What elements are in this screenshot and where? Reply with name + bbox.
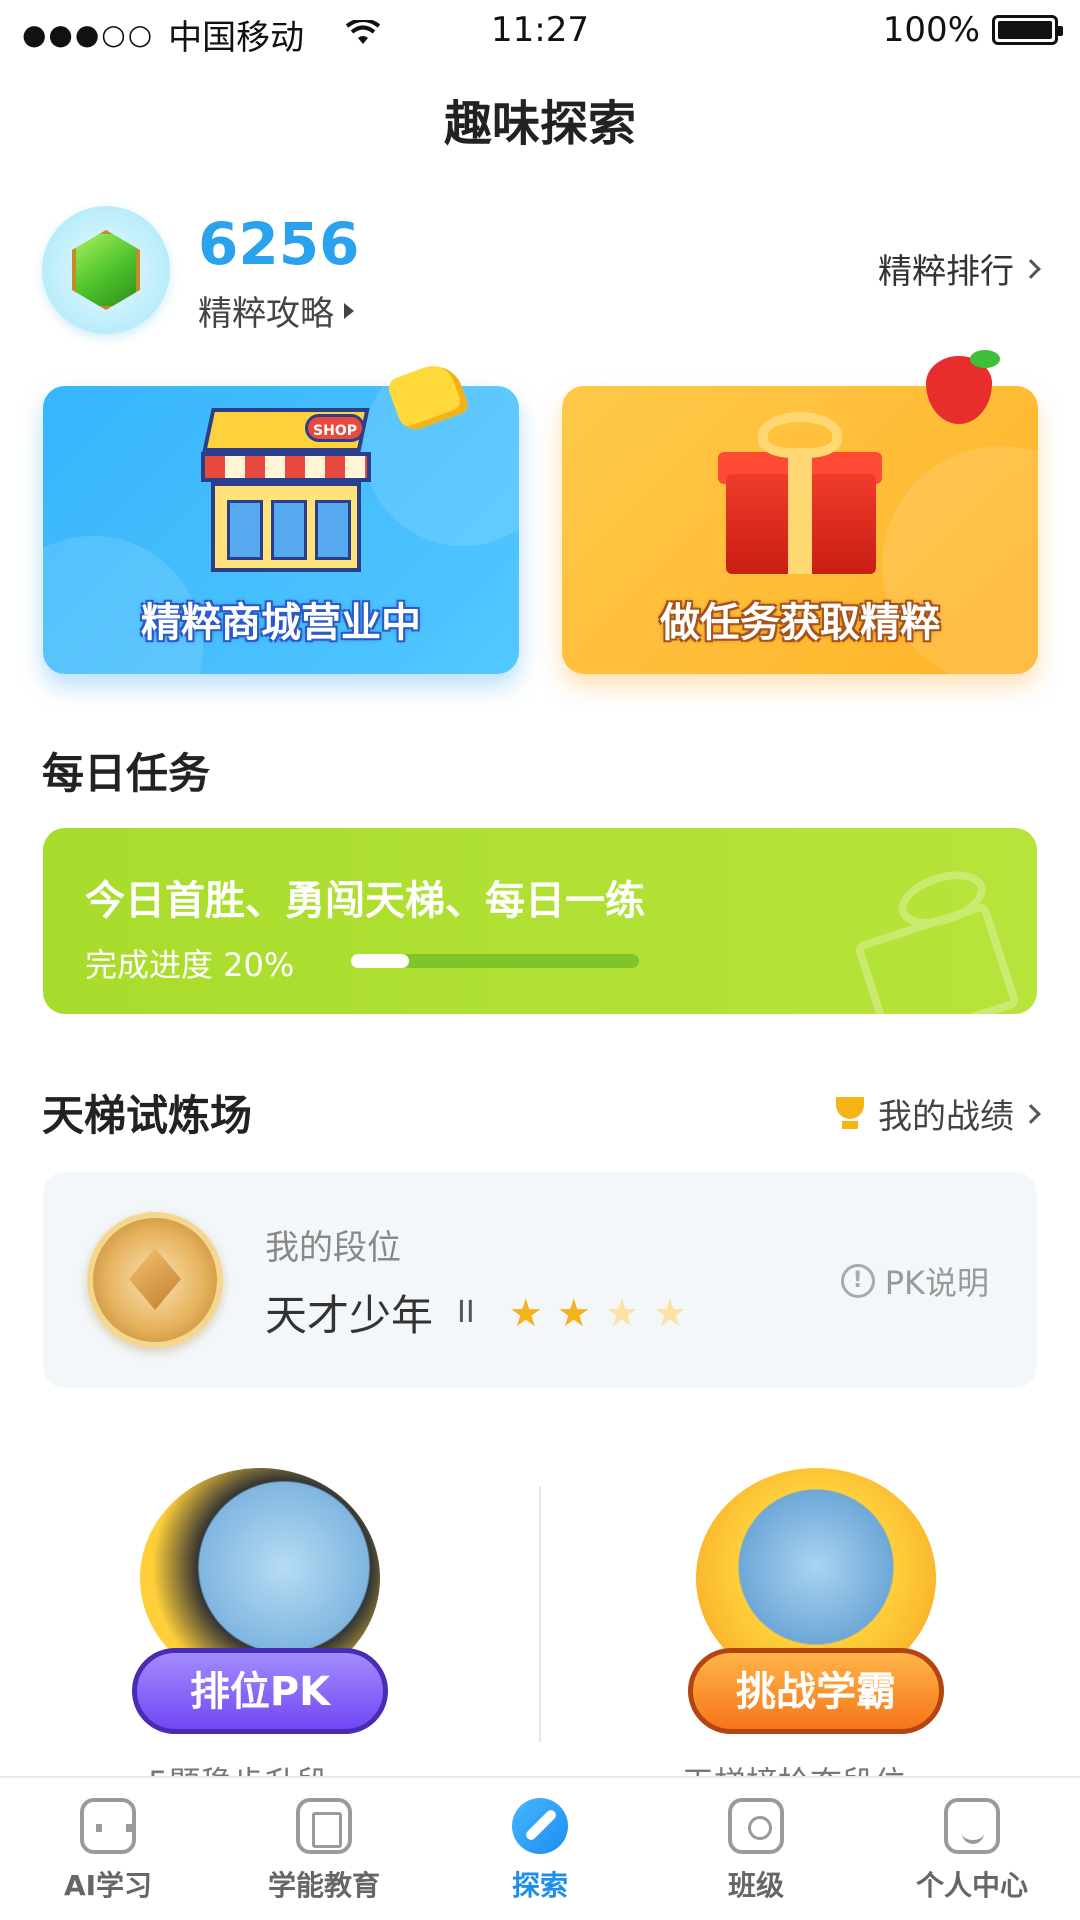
- points-ranking-label: 精粹排行: [878, 252, 1014, 292]
- status-bar: ●●●○○ 中国移动 11:27 100%: [0, 0, 1080, 64]
- robot-icon: [80, 1798, 136, 1854]
- gift-icon: [718, 412, 882, 582]
- pk-info-label: PK说明: [884, 1264, 989, 1302]
- gift-watermark-icon: [853, 861, 1021, 1014]
- mode-divider: [539, 1486, 541, 1742]
- challenge-mode[interactable]: 挑战学霸: [666, 1458, 966, 1758]
- tab-class[interactable]: 班级: [648, 1778, 864, 1920]
- tab-label: 班级: [727, 1869, 784, 1902]
- rank-label: 我的段位: [265, 1228, 401, 1268]
- progress-label: 完成进度 20%: [85, 946, 295, 984]
- rank-name: 天才少年: [265, 1291, 434, 1340]
- star-icon: ★: [652, 1290, 688, 1335]
- daily-task-title: 每日任务: [42, 749, 211, 798]
- tab-label: 学能教育: [267, 1869, 380, 1902]
- star-icon: ★: [508, 1290, 543, 1335]
- profile-icon: [944, 1798, 1000, 1854]
- tab-explore[interactable]: 探索: [432, 1778, 648, 1920]
- gem-icon: [42, 206, 170, 334]
- tab-bar: AI学习 学能教育 探索 班级 个人中心: [0, 1776, 1080, 1920]
- progress-bar: [351, 954, 639, 968]
- trophy-icon: [832, 1096, 868, 1131]
- points-row: 6256 精粹攻略 精粹排行: [42, 206, 1041, 336]
- triangle-right-icon: [344, 302, 354, 319]
- class-icon: [728, 1798, 784, 1854]
- battery-icon: [992, 15, 1063, 45]
- star-icon: ★: [604, 1290, 639, 1335]
- daily-task-card[interactable]: 今日首胜、勇闯天梯、每日一练 完成进度 20%: [43, 828, 1037, 1014]
- task-card-label: 做任务获取精粹: [660, 600, 940, 646]
- chevron-right-icon: [1021, 258, 1041, 279]
- rank-medal-icon: [87, 1212, 223, 1348]
- ranked-pk-badge: 排位PK: [132, 1648, 388, 1734]
- tab-ai-learning[interactable]: AI学习: [0, 1778, 216, 1920]
- battery-percent: 100%: [882, 10, 980, 50]
- rank-tier: II: [457, 1295, 475, 1330]
- status-right: 100%: [882, 10, 1063, 50]
- task-card[interactable]: 做任务获取精粹: [562, 386, 1038, 674]
- tab-profile[interactable]: 个人中心: [864, 1778, 1080, 1920]
- points-ranking-link[interactable]: 精粹排行: [878, 244, 1041, 293]
- chevron-right-icon: [1021, 1103, 1041, 1124]
- rank-card[interactable]: 我的段位 天才少年 II ★ ★ ★ ★ ! PK说明: [43, 1172, 1037, 1388]
- explore-icon: [512, 1798, 568, 1854]
- shop-card-label: 精粹商城营业中: [141, 600, 421, 646]
- tab-label: 个人中心: [915, 1869, 1028, 1902]
- ladder-title: 天梯试炼场: [42, 1091, 253, 1140]
- pk-info-link[interactable]: ! PK说明: [840, 1258, 989, 1304]
- book-icon: [296, 1798, 352, 1854]
- rank-stars: ★ ★ ★ ★: [509, 1294, 687, 1332]
- page-title: 趣味探索: [443, 96, 636, 152]
- shop-icon: SHOP: [201, 408, 371, 578]
- progress-bar-fill: [351, 954, 409, 968]
- rank-value: 天才少年 II ★ ★ ★ ★: [265, 1282, 687, 1343]
- my-record-link[interactable]: 我的战绩: [832, 1089, 1041, 1138]
- daily-task-text: 今日首胜、勇闯天梯、每日一练: [85, 878, 645, 924]
- shop-sign: SHOP: [305, 414, 365, 442]
- tab-label: 探索: [511, 1869, 568, 1902]
- points-value: 6256: [198, 210, 360, 278]
- info-icon: !: [840, 1264, 875, 1298]
- star-icon: ★: [556, 1290, 591, 1335]
- shop-card[interactable]: SHOP 精粹商城营业中: [43, 386, 519, 674]
- my-record-label: 我的战绩: [878, 1097, 1014, 1137]
- points-guide-link[interactable]: 精粹攻略: [198, 286, 354, 335]
- points-guide-label: 精粹攻略: [198, 294, 334, 334]
- challenge-badge: 挑战学霸: [688, 1648, 944, 1734]
- tab-label: AI学习: [63, 1869, 153, 1902]
- ranked-pk-mode[interactable]: 排位PK: [110, 1458, 410, 1758]
- tab-education[interactable]: 学能教育: [216, 1778, 432, 1920]
